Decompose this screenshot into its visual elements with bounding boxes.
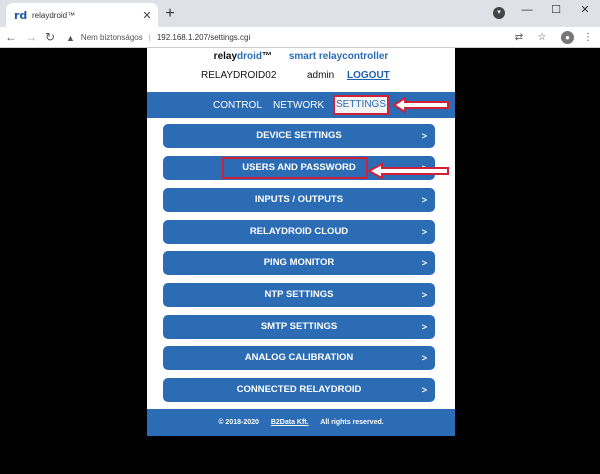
minimize-icon[interactable]: — [515, 2, 539, 18]
close-window-icon[interactable]: ✕ [573, 2, 597, 18]
menu-ping-monitor[interactable]: PING MONITOR > [163, 251, 435, 275]
brand-name-a: relay [213, 51, 238, 62]
browser-toolbar: ← → ↻ ▲ Nem biztonságos | 192.168.1.207/… [0, 27, 600, 48]
account-icon[interactable]: ● [561, 31, 574, 44]
brand-tm: ™ [262, 51, 273, 62]
annotation-arrow-users-icon [367, 162, 449, 180]
device-name: RELAYDROID02 [201, 70, 277, 81]
menu-analog-calibration[interactable]: ANALOG CALIBRATION > [163, 346, 435, 370]
chevron-right-icon: > [421, 290, 427, 300]
chevron-right-icon: > [421, 195, 427, 205]
rights-text: All rights reserved. [320, 419, 384, 426]
menu-inputs-outputs[interactable]: INPUTS / OUTPUTS > [163, 188, 435, 212]
chevron-right-icon: > [421, 227, 427, 237]
menu-label: ANALOG CALIBRATION [244, 352, 354, 363]
chevron-right-icon: > [421, 322, 427, 332]
brand-name-b: droid [237, 51, 263, 62]
menu-label: DEVICE SETTINGS [256, 130, 342, 141]
brand-subtitle: smart relaycontroller [288, 51, 389, 62]
favicon-icon: rd [14, 8, 28, 22]
logout-link[interactable]: LOGOUT [347, 70, 390, 81]
tab-control[interactable]: CONTROL [213, 100, 262, 111]
warning-icon: ▲ [66, 32, 75, 43]
brand-header: relaydroid™ smart relaycontroller [147, 48, 455, 65]
menu-relaydroid-cloud[interactable]: RELAYDROID CLOUD > [163, 220, 435, 244]
menu-label: SMTP SETTINGS [260, 321, 338, 332]
company-link[interactable]: B2Data Kft. [271, 419, 309, 426]
copyright-text: © 2018-2020 [218, 419, 259, 426]
tab-network[interactable]: NETWORK [273, 100, 324, 111]
user-bar: RELAYDROID02 admin LOGOUT [147, 67, 455, 85]
address-separator: | [148, 33, 151, 42]
menu-connected-relaydroid[interactable]: CONNECTED RELAYDROID > [163, 378, 435, 402]
chevron-right-icon: > [421, 353, 427, 363]
new-tab-button[interactable]: + [162, 5, 178, 23]
translate-icon[interactable]: ⇄ [512, 30, 526, 45]
tab-close-icon[interactable]: ✕ [140, 9, 154, 22]
annotation-highlight-box [222, 157, 368, 179]
menu-label: NTP SETTINGS [264, 289, 334, 300]
username: admin [307, 70, 335, 81]
browser-tab[interactable]: rd relaydroid™ ✕ [6, 3, 158, 27]
url-text: 192.168.1.207/settings.cgi [156, 33, 251, 42]
tab-search-icon[interactable]: ▾ [493, 7, 505, 19]
chevron-right-icon: > [421, 131, 427, 141]
forward-icon[interactable]: → [24, 29, 38, 45]
menu-device-settings[interactable]: DEVICE SETTINGS > [163, 124, 435, 148]
menu-ntp-settings[interactable]: NTP SETTINGS > [163, 283, 435, 307]
page-footer: © 2018-2020 B2Data Kft. All rights reser… [147, 409, 455, 436]
reload-icon[interactable]: ↻ [43, 29, 57, 45]
back-icon[interactable]: ← [4, 29, 18, 45]
menu-icon[interactable]: ⋮ [581, 30, 595, 45]
menu-label: INPUTS / OUTPUTS [254, 194, 344, 205]
annotation-arrow-settings-icon [392, 96, 449, 114]
menu-label: CONNECTED RELAYDROID [236, 384, 362, 395]
security-label: Nem biztonságos [80, 33, 143, 42]
chevron-right-icon: > [421, 385, 427, 395]
tab-title: relaydroid™ [32, 10, 76, 20]
menu-smtp-settings[interactable]: SMTP SETTINGS > [163, 315, 435, 339]
tab-settings[interactable]: SETTINGS [333, 95, 389, 115]
maximize-icon[interactable]: ☐ [544, 2, 568, 18]
address-bar[interactable]: ▲ Nem biztonságos | 192.168.1.207/settin… [66, 28, 503, 47]
menu-label: RELAYDROID CLOUD [249, 226, 349, 237]
star-icon[interactable]: ☆ [535, 30, 549, 45]
chevron-right-icon: > [421, 258, 427, 268]
browser-tabstrip: rd relaydroid™ ✕ + ▾ — ☐ ✕ [0, 0, 600, 27]
menu-label: PING MONITOR [263, 257, 335, 268]
